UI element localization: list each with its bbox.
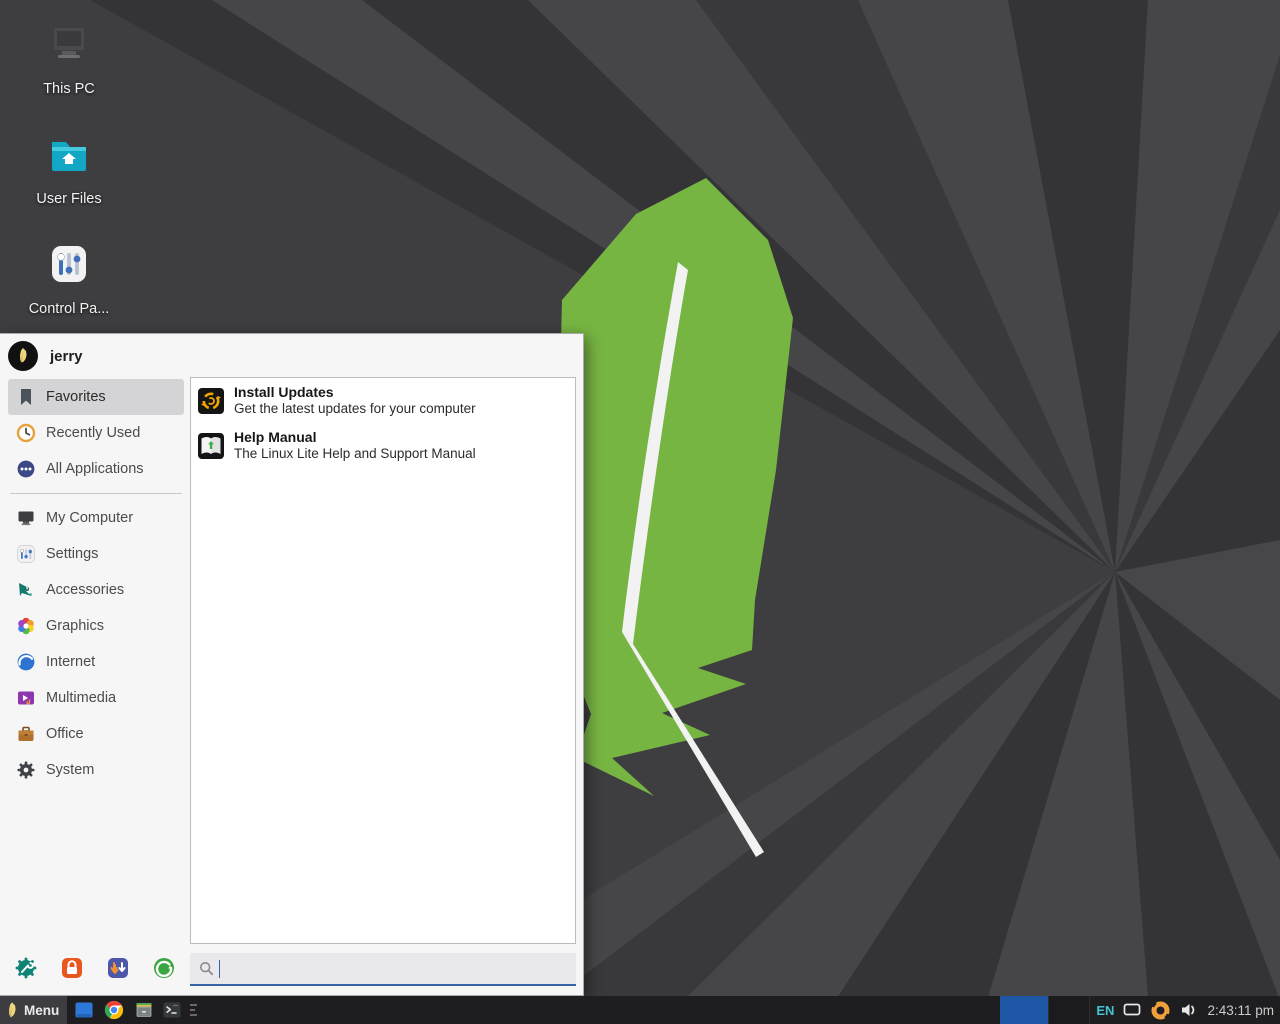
sidebar-item-label: Internet <box>46 654 95 670</box>
sidebar-item-settings[interactable]: Settings <box>8 536 184 572</box>
desktop-icon-control-panel[interactable]: Control Pa... <box>14 240 124 317</box>
briefcase-icon <box>16 724 36 744</box>
terminal-launcher[interactable] <box>162 1000 182 1020</box>
sidebar-item-label: Office <box>46 726 84 742</box>
menu-app-list: Install Updates Get the latest updates f… <box>190 377 576 944</box>
accessories-icon <box>16 580 36 600</box>
user-avatar[interactable] <box>8 341 38 371</box>
text-caret <box>219 960 220 978</box>
app-title: Help Manual <box>234 429 476 446</box>
help-manual-icon <box>197 432 225 460</box>
sidebar-item-system[interactable]: System <box>8 752 184 788</box>
app-item-help-manual[interactable]: Help Manual The Linux Lite Help and Supp… <box>191 423 575 468</box>
workspace-switcher <box>1000 996 1090 1024</box>
desktop-icon-user-files[interactable]: User Files <box>14 130 124 207</box>
chrome-icon <box>105 1001 123 1019</box>
sidebar-item-my-computer[interactable]: My Computer <box>8 500 184 536</box>
terminal-icon <box>164 1003 181 1018</box>
power-icon <box>154 958 174 978</box>
file-manager-icon <box>76 1003 93 1018</box>
taskbar-menu-button[interactable]: Menu <box>0 996 67 1024</box>
quit-button[interactable] <box>152 956 176 980</box>
folder-home-icon <box>44 130 94 180</box>
settings-manager-button[interactable] <box>14 956 38 980</box>
panel-handle-icon[interactable] <box>189 1003 199 1017</box>
menu-search <box>190 953 576 986</box>
taskbar: Menu <box>0 996 1280 1024</box>
lock-icon <box>62 958 82 978</box>
desktop-icon-label: User Files <box>14 191 124 207</box>
sidebar-item-office[interactable]: Office <box>8 716 184 752</box>
search-input[interactable] <box>214 953 576 984</box>
app-title: Install Updates <box>234 384 476 401</box>
menu-button-label: Menu <box>24 1003 59 1018</box>
sidebar-item-label: Recently Used <box>46 425 140 441</box>
sidebar-item-accessories[interactable]: Accessories <box>8 572 184 608</box>
menu-action-row <box>14 956 176 980</box>
sidebar-item-internet[interactable]: Internet <box>8 644 184 680</box>
sidebar-item-label: Graphics <box>46 618 104 634</box>
settings-manager-icon <box>16 958 37 979</box>
sidebar-item-recently-used[interactable]: Recently Used <box>8 415 184 451</box>
apps-grid-icon <box>16 459 36 479</box>
clock[interactable]: 2:43:11 pm <box>1207 1003 1276 1018</box>
volume-icon[interactable] <box>1180 1001 1198 1019</box>
updates-available-icon[interactable] <box>1150 1000 1171 1021</box>
computer-icon <box>44 20 94 70</box>
workspace-1-active[interactable] <box>1000 996 1048 1024</box>
switch-user-icon <box>108 958 128 978</box>
sidebar-item-label: Multimedia <box>46 690 116 706</box>
sidebar-item-favorites[interactable]: Favorites <box>8 379 184 415</box>
desktop-icon-this-pc[interactable]: This PC <box>14 20 124 97</box>
sidebar-item-label: Favorites <box>46 389 106 405</box>
sidebar-item-label: My Computer <box>46 510 133 526</box>
keyboard-layout-indicator[interactable]: EN <box>1096 1003 1114 1018</box>
feather-menu-icon <box>3 1001 21 1019</box>
sidebar-separator <box>10 493 182 494</box>
lock-screen-button[interactable] <box>60 956 84 980</box>
archive-icon <box>137 1003 152 1017</box>
app-subtitle: The Linux Lite Help and Support Manual <box>234 446 476 462</box>
chrome-launcher[interactable] <box>104 1000 124 1020</box>
sidebar-item-label: System <box>46 762 94 778</box>
app-item-install-updates[interactable]: Install Updates Get the latest updates f… <box>191 378 575 423</box>
gear-icon <box>16 760 36 780</box>
switch-user-button[interactable] <box>106 956 130 980</box>
media-play-icon <box>16 688 36 708</box>
system-tray: EN 2:43:11 pm <box>1096 996 1276 1024</box>
menu-sidebar: Favorites Recently Used All Applications <box>8 379 184 788</box>
sidebar-item-label: Settings <box>46 546 98 562</box>
whisker-menu: jerry Favorites Recently Used All Applic… <box>0 333 584 996</box>
sidebar-item-label: Accessories <box>46 582 124 598</box>
sliders-icon <box>16 544 36 564</box>
display-icon[interactable] <box>1123 1002 1141 1018</box>
file-manager-launcher[interactable] <box>74 1000 94 1020</box>
workspace-2[interactable] <box>1048 996 1090 1024</box>
app-subtitle: Get the latest updates for your computer <box>234 401 476 417</box>
sidebar-item-label: All Applications <box>46 461 144 477</box>
menu-header: jerry <box>8 340 83 372</box>
archive-launcher[interactable] <box>134 1000 154 1020</box>
bookmark-icon <box>16 387 36 407</box>
desktop-icon-label: Control Pa... <box>14 301 124 317</box>
username-label: jerry <box>50 348 83 365</box>
sidebar-item-graphics[interactable]: Graphics <box>8 608 184 644</box>
feather-avatar-icon <box>13 346 33 366</box>
globe-icon <box>16 652 36 672</box>
sidebar-item-all-applications[interactable]: All Applications <box>8 451 184 487</box>
graphics-flower-icon <box>16 616 36 636</box>
install-updates-icon <box>197 387 225 415</box>
search-icon <box>199 961 214 976</box>
computer-icon <box>16 508 36 528</box>
desktop-icon-label: This PC <box>14 81 124 97</box>
sidebar-item-multimedia[interactable]: Multimedia <box>8 680 184 716</box>
control-panel-icon <box>44 240 94 290</box>
clock-icon <box>16 423 36 443</box>
